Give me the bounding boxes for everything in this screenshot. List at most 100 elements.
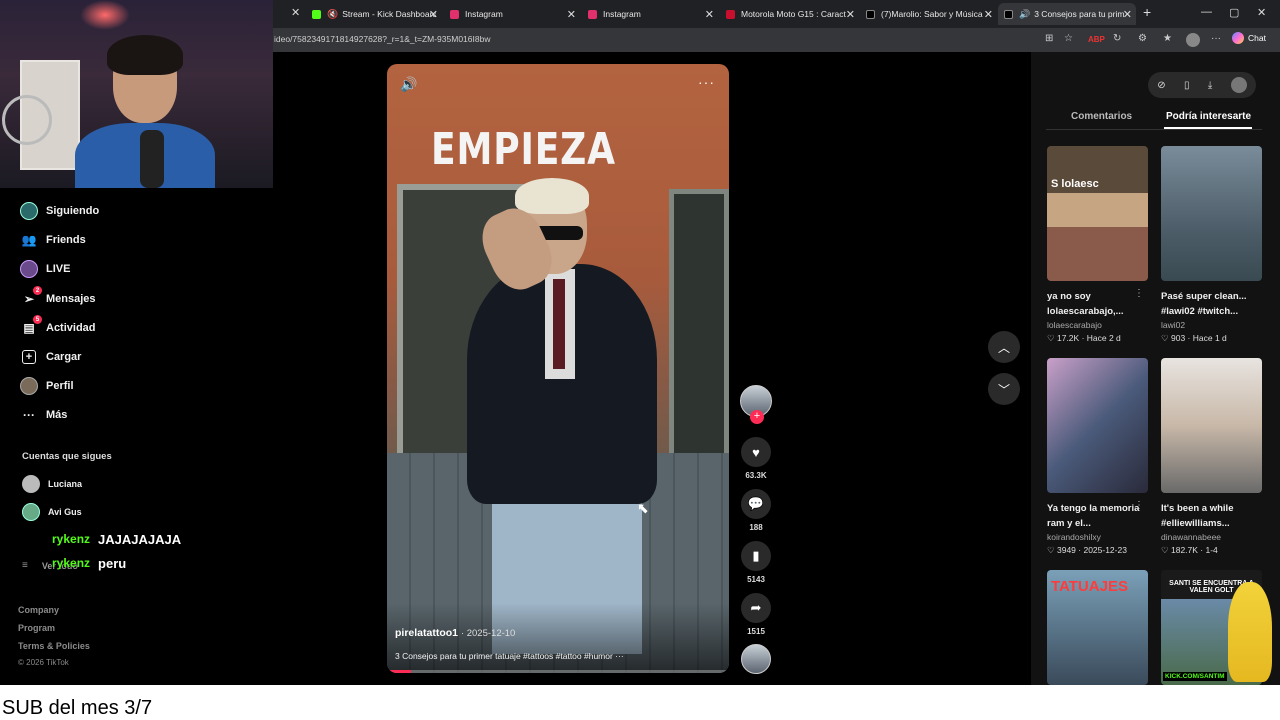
close-tab-icon[interactable]: ✕ [1123,8,1132,21]
adblock-icon[interactable]: ABP [1088,35,1105,44]
follow-plus-icon[interactable]: + [750,410,764,424]
comment-icon[interactable]: 💬 [741,489,771,519]
nav-activity[interactable]: ▤ 5 Actividad [20,315,96,337]
app-available-icon[interactable]: ⊞ [1045,33,1053,44]
share-button[interactable]: ➦ 1515 [740,593,772,636]
avatar [22,503,40,521]
video-thumbnail[interactable]: S lolaesc [1047,146,1148,281]
following-account-avigus[interactable]: Avi Gus [22,503,82,521]
music-disc-icon[interactable] [741,644,771,674]
close-tab-icon[interactable]: ✕ [984,8,993,21]
tab-kick-dashboard[interactable]: 🔇 Stream - Kick Dashboard ✕ [306,3,442,25]
more-options-icon[interactable]: ··· [698,74,715,90]
video-description[interactable]: 3 Consejos para tu primer tatuaje #tatto… [395,651,624,661]
bookmark-icon[interactable]: ▮ [741,541,771,571]
avatar[interactable]: + [740,385,772,424]
share-count: 1515 [747,627,765,636]
share-icon[interactable]: ➦ [741,593,771,623]
profile-avatar-icon[interactable] [1186,33,1200,47]
refresh-icon[interactable]: ↻ [1113,33,1121,44]
following-section-title: Cuentas que sigues [22,451,112,462]
tab-comments[interactable]: Comentarios [1071,111,1132,122]
tab-marolio[interactable]: (7)Marolio: Sabor y Música ✕ [860,3,997,25]
new-tab-button[interactable]: + [1143,4,1151,20]
tab-suggested[interactable]: Podría interesarte [1166,111,1251,122]
menu-dots-icon[interactable]: ··· [1211,33,1221,44]
video-thumbnail[interactable] [1047,358,1148,493]
suggested-video-card[interactable]: Ya tengo la memoria ram y el... koirando… [1047,358,1148,556]
nav-friends[interactable]: 👥 Friends [20,231,86,249]
more-options-icon[interactable]: ⋮ [1134,288,1144,299]
active-tab-indicator [1164,127,1252,129]
live-icon [20,260,38,278]
nav-upload[interactable]: + Cargar [20,348,81,366]
close-tab-icon[interactable]: ✕ [846,8,855,21]
panel-toolbar: ⊘ ▯ ⤓ [1148,72,1256,98]
nav-messages[interactable]: ➢ 2 Mensajes [20,286,96,308]
video-thumbnail[interactable] [1161,358,1262,493]
webcam-fan [2,95,52,145]
video-author[interactable]: pirelatattoo1 · 2025-12-10 [395,627,515,639]
tab-instagram-2[interactable]: Instagram ✕ [582,3,718,25]
heart-icon[interactable]: ♥ [741,437,771,467]
footer-program[interactable]: Program [18,623,55,633]
nav-live[interactable]: LIVE [20,260,70,278]
tab-active-video[interactable]: 🔊 3 Consejos para tu prim ✕ [998,3,1136,25]
compass-icon[interactable]: ⊘ [1157,80,1165,91]
author-avatar-button[interactable]: + [740,385,772,424]
close-tab-icon[interactable]: ✕ [567,8,576,21]
tab-instagram-1[interactable]: Instagram ✕ [444,3,580,25]
video-thumbnail[interactable]: TATUAJES [1047,570,1148,685]
extension-icon[interactable]: ⚙ [1138,33,1147,44]
activity-badge: 5 [33,315,42,324]
footer-terms[interactable]: Terms & Policies [18,641,90,651]
suggested-video-card[interactable]: S lolaesc ya no soy lolaescarabajo,... l… [1047,146,1148,344]
like-button[interactable]: ♥ 63.3K [740,437,772,480]
speaker-icon[interactable]: 🔊 [1019,9,1030,20]
nav-profile[interactable]: Perfil [20,377,74,395]
video-progress-bar[interactable] [387,670,729,673]
friends-icon: 👥 [21,233,37,247]
heart-outline-icon: ♡ [1047,545,1057,555]
next-video-button[interactable]: ﹀ [988,373,1020,405]
copilot-icon [1232,32,1244,44]
close-tab-icon[interactable]: ✕ [291,6,300,19]
minimize-icon[interactable]: — [1201,6,1212,18]
save-button[interactable]: ▮ 5143 [740,541,772,584]
suggested-video-card[interactable]: It's been a while #elliewilliams... dina… [1161,358,1262,556]
window-close-icon[interactable]: ✕ [1257,6,1266,19]
comment-button[interactable]: 💬 188 [740,489,772,532]
video-thumbnail[interactable] [1161,146,1262,281]
previous-video-button[interactable]: ︿ [988,331,1020,363]
download-icon[interactable]: ⤓ [1208,80,1212,91]
favorites-icon[interactable]: ★ [1163,33,1172,44]
save-count: 5143 [747,575,765,584]
copilot-chat-button[interactable]: Chat [1232,32,1266,44]
maximize-icon[interactable]: ▢ [1229,6,1239,19]
motorola-icon [726,9,735,19]
volume-icon[interactable]: 🔊 [400,76,417,93]
tiktok-icon [866,9,875,19]
more-options-icon[interactable]: ⋮ [1134,500,1144,511]
banana-cat-sticker [1228,582,1272,682]
suggested-video-card[interactable]: Pasé super clean... #lawi02 #twitch... l… [1161,146,1262,344]
favorite-star-icon[interactable]: ☆ [1064,33,1073,44]
footer-company[interactable]: Company [18,605,59,615]
nav-following[interactable]: Siguiendo [20,202,99,220]
heart-outline-icon: ♡ [1161,333,1171,343]
stream-bottom-banner [0,685,1280,720]
device-icon[interactable]: ▯ [1184,80,1190,91]
nav-more[interactable]: ··· Más [20,406,67,424]
user-avatar-icon[interactable] [1230,77,1247,93]
close-tab-icon[interactable]: ✕ [705,8,714,21]
comment-count: 188 [749,523,763,532]
close-tab-icon[interactable]: ✕ [429,8,438,21]
video-progress-fill [387,670,411,673]
video-player[interactable]: EMPIEZA 🔊 ··· pirelatattoo1 · 2025-12-10… [387,64,729,673]
suggested-video-card[interactable]: TATUAJES [1047,570,1148,685]
music-disc-button[interactable] [740,644,772,674]
tab-motorola[interactable]: Motorola Moto G15 : Caract ✕ [720,3,859,25]
url-text[interactable]: ideo/7582349171814927628?_r=1&_t=ZM-935M… [274,34,490,44]
speaker-muted-icon[interactable]: 🔇 [327,9,338,20]
following-account-luciana[interactable]: Luciana [22,475,82,493]
